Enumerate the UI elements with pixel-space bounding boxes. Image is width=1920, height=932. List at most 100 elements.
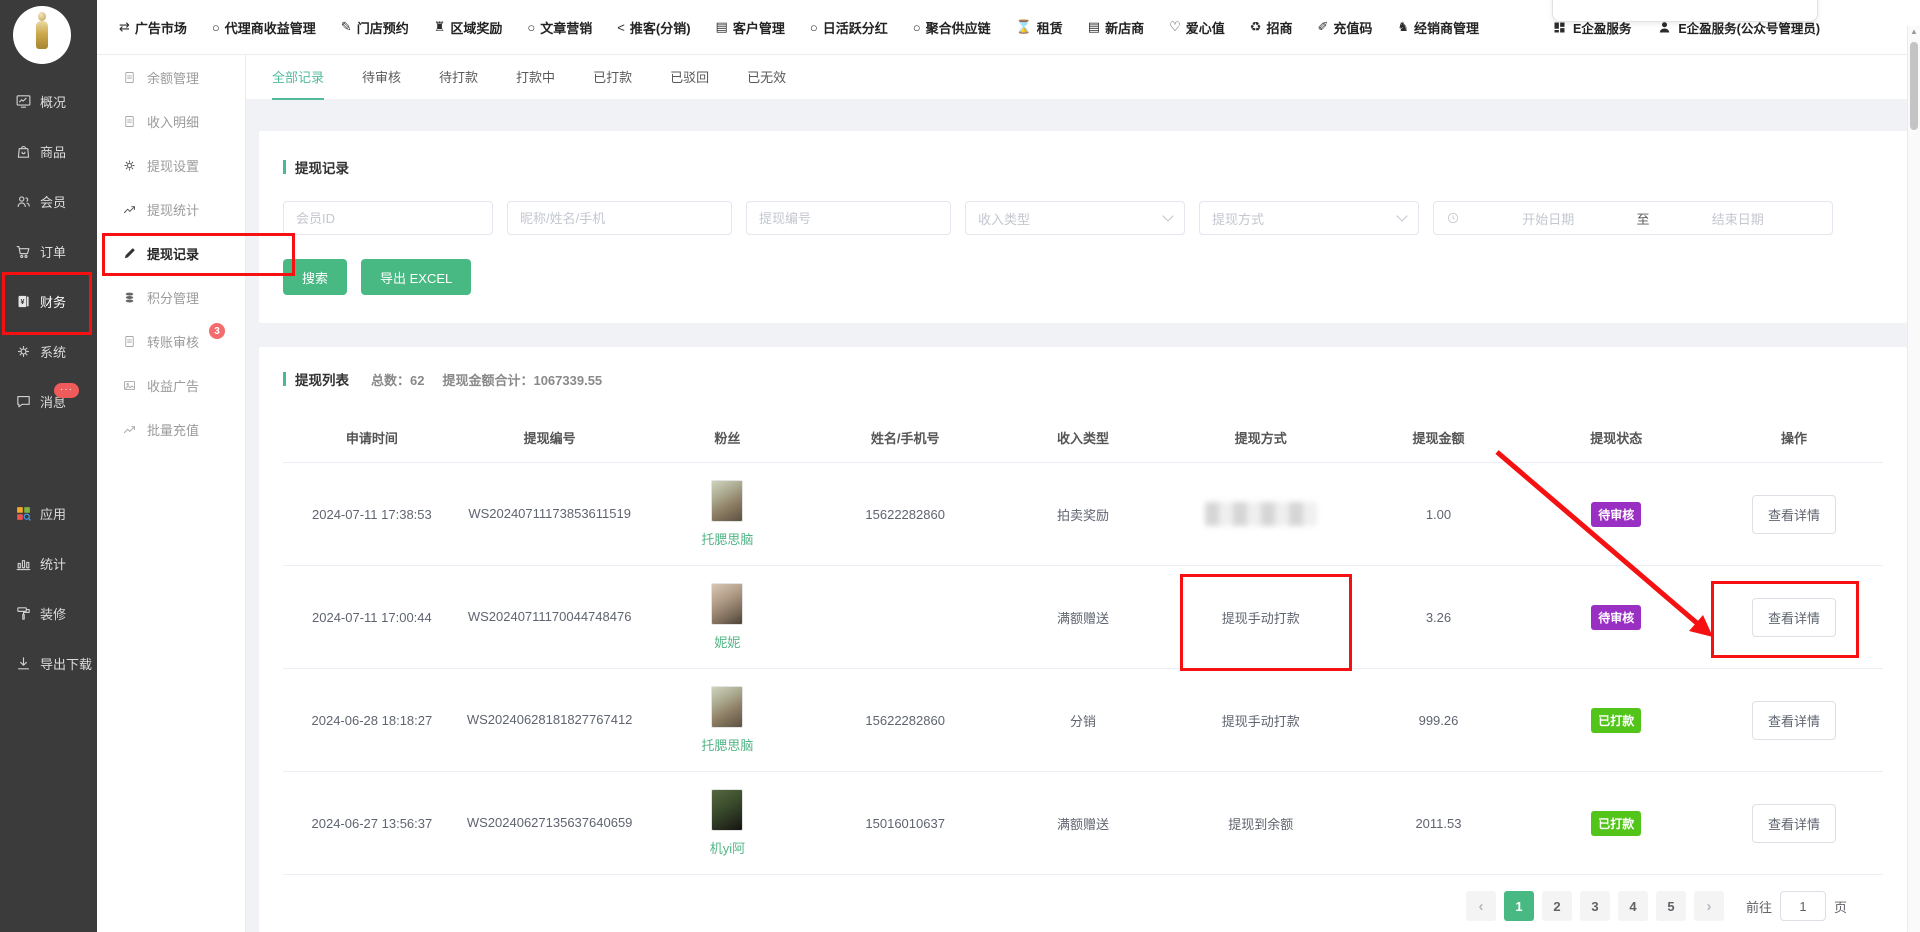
member-id-input[interactable] — [283, 201, 493, 235]
top-nav-item[interactable]: ♻ 招商 — [1250, 18, 1293, 37]
main-content: 全部记录 待审核 待打款 打款中 已打款 已驳回 已无效 — [246, 55, 1920, 932]
table-row: 2024-07-11 17:00:44 WS202407111700447484… — [283, 566, 1883, 669]
status-tab[interactable]: 已打款 — [593, 55, 632, 100]
top-nav-item[interactable]: ✐ 充值码 — [1317, 18, 1372, 37]
top-nav-item[interactable]: ○ 聚合供应链 — [913, 18, 991, 37]
submenu-revenue-ads[interactable]: 收益广告 — [97, 363, 245, 407]
submenu-withdraw-settings[interactable]: 提现设置 — [97, 143, 245, 187]
status-tab[interactable]: 待打款 — [439, 55, 478, 100]
scrollbar-up-arrow[interactable]: ▲ — [1908, 27, 1920, 36]
withdraw-method-select[interactable]: 提现方式 — [1199, 201, 1419, 235]
prev-page-button[interactable]: ‹ — [1466, 891, 1496, 921]
status-tab[interactable]: 已无效 — [747, 55, 786, 100]
nickname-name-phone-input[interactable] — [507, 201, 732, 235]
col-withdraw-no: 提现编号 — [461, 413, 639, 463]
status-tab[interactable]: 已驳回 — [670, 55, 709, 100]
nav-label: 经销商管理 — [1414, 18, 1479, 37]
fan-nickname-link[interactable]: 托腮思脑 — [643, 529, 813, 548]
fan-nickname-link[interactable]: 机yi阿 — [643, 838, 813, 857]
top-nav-item[interactable]: ♞ 经销商管理 — [1397, 18, 1479, 37]
withdraw-no-input[interactable] — [746, 201, 951, 235]
table-row: 2024-06-27 13:56:37 WS202406271356376406… — [283, 772, 1883, 875]
status-tab[interactable]: 待审核 — [362, 55, 401, 100]
scrollbar-track[interactable]: ▲ — [1907, 26, 1920, 932]
sidebar-item-overview[interactable]: 概况 — [0, 76, 97, 126]
status-badge: 待审核 — [1591, 605, 1641, 630]
sidebar-item-members[interactable]: 会员 — [0, 176, 97, 226]
page-number-button[interactable]: 1 — [1504, 891, 1534, 921]
scrollbar-thumb[interactable] — [1910, 42, 1918, 130]
fan-nickname-link[interactable]: 托腮思脑 — [643, 735, 813, 754]
chat-bubble-icon — [15, 393, 32, 410]
income-type-select[interactable]: 收入类型 — [965, 201, 1185, 235]
submenu-withdraw-records[interactable]: 提现记录 — [97, 231, 245, 275]
top-nav-item[interactable]: ♡ 爱心值 — [1169, 18, 1225, 37]
list-section-title: 提现列表 — [283, 369, 349, 389]
submenu-withdraw-statistics[interactable]: 提现统计 — [97, 187, 245, 231]
top-nav-item[interactable]: ○ 日活跃分红 — [810, 18, 888, 37]
fan-nickname-link[interactable]: 妮妮 — [643, 632, 813, 651]
view-detail-button[interactable]: 查看详情 — [1752, 495, 1836, 534]
top-nav-item[interactable]: ○ 文章营销 — [527, 18, 592, 37]
goto-page-input[interactable] — [1780, 891, 1826, 921]
cell-fan: 机yi阿 — [639, 772, 817, 875]
withdraw-table: 申请时间 提现编号 粉丝 姓名/手机号 收入类型 提现方式 提现金额 提现状态 … — [283, 413, 1883, 875]
next-page-button[interactable]: › — [1694, 891, 1724, 921]
top-nav-item[interactable]: ▤ 客户管理 — [716, 18, 785, 37]
sidebar-item-apps[interactable]: 应用 — [0, 488, 97, 538]
withdraw-records-filter-card: 提现记录 收入类型 提现方式 — [259, 131, 1907, 323]
sidebar-item-system[interactable]: 系统 — [0, 326, 97, 376]
line-chart-icon — [122, 422, 137, 437]
paint-roller-icon — [15, 605, 32, 622]
cell-method: 提现到余额 — [1172, 772, 1350, 875]
fan-avatar[interactable] — [711, 686, 743, 728]
sidebar-item-messages[interactable]: 消息 ··· — [0, 376, 97, 426]
cell-action: 查看详情 — [1705, 463, 1883, 566]
top-nav-item[interactable]: ○ 代理商收益管理 — [212, 18, 316, 37]
table-header-row: 申请时间 提现编号 粉丝 姓名/手机号 收入类型 提现方式 提现金额 提现状态 … — [283, 413, 1883, 463]
document-icon — [122, 114, 137, 129]
sidebar-item-goods[interactable]: 商品 — [0, 126, 97, 176]
view-detail-button[interactable]: 查看详情 — [1752, 804, 1836, 843]
submenu-points-management[interactable]: 积分管理 — [97, 275, 245, 319]
cart-icon — [15, 243, 32, 260]
top-nav-item[interactable]: < 推客(分销) — [617, 18, 690, 37]
fan-avatar[interactable] — [711, 789, 743, 831]
cell-apply-time: 2024-07-11 17:38:53 — [283, 463, 461, 566]
coins-stack-icon — [122, 290, 137, 305]
top-nav-item[interactable]: ▤ 新店商 — [1088, 18, 1144, 37]
sidebar-item-statistics[interactable]: 统计 — [0, 538, 97, 588]
sidebar-item-finance[interactable]: ¥ 财务 — [0, 276, 97, 326]
clock-icon — [1446, 211, 1460, 225]
submenu-transfer-review[interactable]: 转账审核 3 — [97, 319, 245, 363]
sidebar-item-orders[interactable]: 订单 — [0, 226, 97, 276]
record-status-tabs: 全部记录 待审核 待打款 打款中 已打款 已驳回 已无效 — [246, 55, 1920, 99]
page-number-button[interactable]: 2 — [1542, 891, 1572, 921]
top-nav-item[interactable]: ♜ 区域奖励 — [434, 18, 503, 37]
submenu-bulk-recharge[interactable]: 批量充值 — [97, 407, 245, 451]
fan-avatar[interactable] — [711, 583, 743, 625]
top-nav-item[interactable]: ⌛ 租赁 — [1016, 18, 1063, 37]
status-tab[interactable]: 打款中 — [516, 55, 555, 100]
top-nav-item[interactable]: ✎ 门店预约 — [341, 18, 409, 37]
view-detail-button[interactable]: 查看详情 — [1752, 598, 1836, 637]
date-range-picker[interactable]: 开始日期 至 结束日期 — [1433, 201, 1833, 235]
sidebar-item-decorate[interactable]: 装修 — [0, 588, 97, 638]
table-row: 2024-06-28 18:18:27 WS202406281818277674… — [283, 669, 1883, 772]
submenu-income-detail[interactable]: 收入明细 — [97, 99, 245, 143]
nav-icon: ○ — [913, 20, 921, 35]
status-tab[interactable]: 全部记录 — [272, 55, 324, 100]
view-detail-button[interactable]: 查看详情 — [1752, 701, 1836, 740]
page-number-button[interactable]: 4 — [1618, 891, 1648, 921]
submenu-balance-management[interactable]: 余额管理 — [97, 55, 245, 99]
sidebar-item-export-download[interactable]: 导出下载 — [0, 638, 97, 688]
fan-avatar[interactable] — [711, 480, 743, 522]
search-button[interactable]: 搜索 — [283, 259, 347, 295]
nav-icon: ✐ — [1317, 19, 1328, 35]
export-excel-button[interactable]: 导出 EXCEL — [361, 259, 471, 295]
top-nav-item[interactable]: ⇄ 广告市场 — [119, 18, 187, 37]
page-number-button[interactable]: 3 — [1580, 891, 1610, 921]
page-number-button[interactable]: 5 — [1656, 891, 1686, 921]
table-row: 2024-07-11 17:38:53 WS202407111738536115… — [283, 463, 1883, 566]
list-summary: 总数：62 提现金额合计：1067339.55 — [371, 370, 602, 389]
